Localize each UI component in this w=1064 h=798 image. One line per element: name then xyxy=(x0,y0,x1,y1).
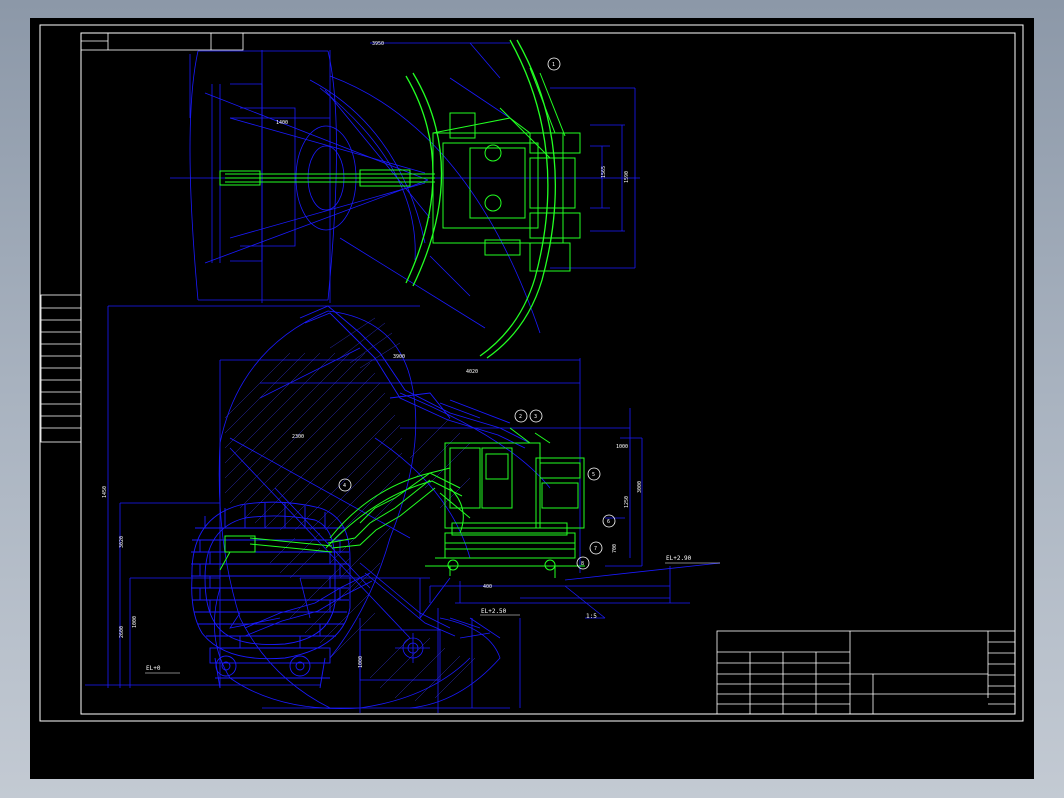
dim-elev-mid: 2300 xyxy=(292,434,304,440)
drawing-code-box xyxy=(80,32,244,51)
title-block xyxy=(716,630,1016,715)
dim-plan-top: 3950 xyxy=(372,41,384,47)
balloon-3-text: 3 xyxy=(534,414,537,420)
dim-plan-side-2: 1590 xyxy=(624,171,630,183)
plan-outline-blue xyxy=(170,42,640,334)
raised-boom xyxy=(299,305,531,449)
dim-elev-bottom-1: 2600 xyxy=(119,626,125,638)
balloon-7-text: 7 xyxy=(594,546,597,552)
elevation-view: 1 2 3 4 5 6 7 8 3900 4020 2300 1450 3020… xyxy=(85,57,721,713)
level-right: EL+2.90 xyxy=(666,555,692,562)
dim-elev-left-3: 1000 xyxy=(132,616,138,628)
plan-swing-arcs xyxy=(405,39,557,359)
balloon-1-text: 1 xyxy=(552,62,555,68)
dim-elev-left-2: 3020 xyxy=(119,536,125,548)
engineering-drawing: 3950 1400 1565 1590 1 2 3 4 5 6 7 8 3900… xyxy=(39,24,1024,722)
balloon-8-text: 8 xyxy=(581,561,584,567)
working-envelope xyxy=(85,305,721,713)
dim-elev-bottom-2: 1000 xyxy=(358,656,364,668)
revision-strip xyxy=(40,294,82,443)
plan-dim-texts: 3950 1400 1565 1590 xyxy=(276,41,630,183)
level-left: EL+0 xyxy=(146,665,161,672)
dim-plan-side-1: 1565 xyxy=(601,166,607,178)
balloon-2-text: 2 xyxy=(519,414,522,420)
pointer-label: 1:5 xyxy=(586,613,597,620)
plan-excavator xyxy=(219,67,581,272)
hatch-pattern xyxy=(224,317,476,702)
brick-ladle xyxy=(191,501,351,689)
plan-view: 3950 1400 1565 1590 xyxy=(170,39,640,359)
balloon-5-text: 5 xyxy=(592,472,595,478)
dim-plan-inner: 1400 xyxy=(276,120,288,126)
dim-elev-right-2: 3000 xyxy=(637,481,643,493)
dim-elev-right-1: 1000 xyxy=(616,444,628,450)
balloon-6-text: 6 xyxy=(607,519,610,525)
sheet-outer-border xyxy=(39,24,1024,722)
dim-elev-top-2: 4020 xyxy=(466,369,478,375)
balloon-4-text: 4 xyxy=(343,483,346,489)
dim-elev-right-4: 700 xyxy=(612,544,618,553)
cad-viewport[interactable]: 3950 1400 1565 1590 1 2 3 4 5 6 7 8 3900… xyxy=(30,18,1034,779)
dim-ground-base: 400 xyxy=(483,584,492,590)
dim-elev-top-1: 3900 xyxy=(393,354,405,360)
dim-elev-left-1: 1450 xyxy=(102,486,108,498)
level-mid: EL+2.50 xyxy=(481,608,507,615)
dim-elev-right-3: 1250 xyxy=(624,496,630,508)
